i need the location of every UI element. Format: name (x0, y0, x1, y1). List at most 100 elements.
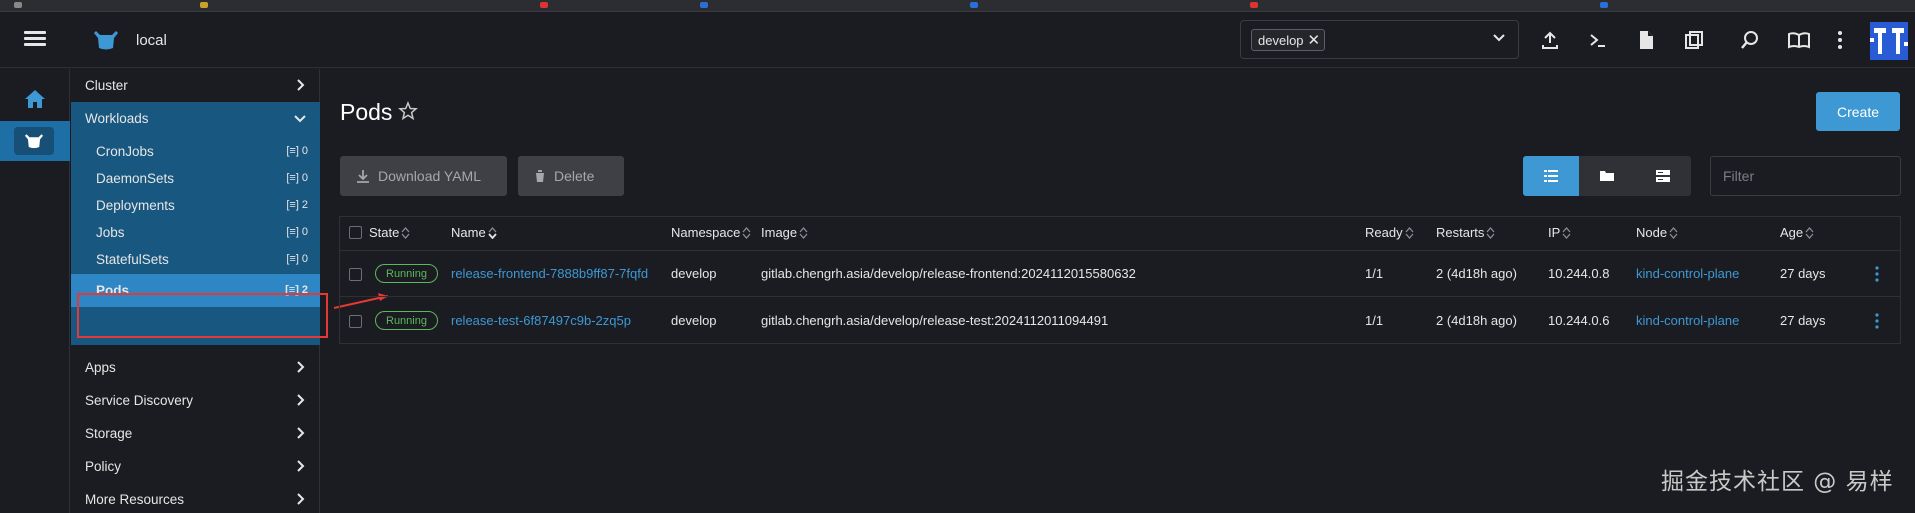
column-header-namespace[interactable]: Namespace (671, 225, 751, 240)
count-value: 0 (301, 226, 308, 238)
count-bracket-icon: [≡] (286, 253, 299, 265)
image-cell: gitlab.chengrh.asia/develop/release-test… (761, 313, 1109, 328)
table-row[interactable]: Running release-test-6f87497c9b-2zq5p de… (340, 298, 1900, 344)
column-header-state[interactable]: State (369, 225, 410, 240)
rancher-cow-logo-icon (94, 31, 118, 50)
select-all-checkbox[interactable] (349, 226, 362, 239)
row-checkbox[interactable] (349, 315, 362, 328)
flat-list-view-button[interactable] (1523, 156, 1579, 196)
status-badge: Running (375, 264, 438, 283)
sort-icon (799, 226, 808, 239)
nav-item-label: CronJobs (96, 144, 154, 159)
resource-count: [≡] 0 (286, 226, 308, 238)
pod-name-link[interactable]: release-test-6f87497c9b-2zq5p (451, 313, 631, 328)
table-row[interactable]: Running release-frontend-7888b9ff87-7fqf… (340, 251, 1900, 297)
cluster-name: local (136, 32, 167, 49)
pods-table: State Name Namespace Image Ready Restart… (339, 216, 1901, 344)
tab-favicon (970, 2, 978, 8)
download-yaml-button[interactable]: Download YAML (340, 156, 507, 196)
column-header-image[interactable]: Image (761, 225, 808, 240)
count-bracket-icon: [≡] (285, 284, 299, 296)
filter-input[interactable] (1710, 156, 1901, 196)
resource-count: [≡] 0 (286, 145, 308, 157)
nav-section-label: Policy (85, 459, 122, 474)
chevron-down-icon[interactable] (1492, 31, 1506, 45)
column-label: Name (451, 225, 486, 240)
nav-pods[interactable]: Pods [≡] 2 (71, 274, 320, 307)
column-header-restarts[interactable]: Restarts (1436, 225, 1495, 240)
table-header: State Name Namespace Image Ready Restart… (340, 217, 1900, 251)
sort-icon (742, 226, 751, 239)
rail-cluster-active (0, 121, 70, 161)
namespace-chip: develop ✕ (1251, 29, 1326, 51)
column-header-name[interactable]: Name (451, 225, 497, 240)
view-mode-toggle (1523, 156, 1691, 196)
nav-more-resources[interactable]: More Resources (71, 483, 320, 513)
remove-chip-icon[interactable]: ✕ (1308, 31, 1321, 49)
home-icon[interactable] (23, 87, 47, 111)
ready-cell: 1/1 (1365, 266, 1384, 281)
pod-name-link[interactable]: release-frontend-7888b9ff87-7fqfd (451, 266, 648, 281)
restarts-cell: 2 (4d18h ago) (1436, 313, 1517, 328)
image-cell: gitlab.chengrh.asia/develop/release-fron… (761, 266, 1136, 281)
column-header-ready[interactable]: Ready (1365, 225, 1414, 240)
resource-count: [≡] 0 (286, 253, 308, 265)
count-bracket-icon: [≡] (286, 226, 299, 238)
main-content: Pods Create Download YAML Delete State N… (321, 69, 1915, 513)
create-button[interactable]: Create (1816, 92, 1900, 131)
more-options-icon[interactable] (1828, 28, 1852, 52)
favorite-star-icon[interactable] (398, 101, 418, 121)
count-value: 0 (301, 145, 308, 157)
nav-section-label: Service Discovery (85, 393, 194, 408)
group-by-node-button[interactable] (1635, 156, 1691, 196)
cluster-cow-icon[interactable] (14, 127, 54, 155)
namespace-chip-label: develop (1258, 32, 1304, 48)
group-by-namespace-button[interactable] (1579, 156, 1635, 196)
user-avatar[interactable] (1870, 22, 1908, 60)
count-bracket-icon: [≡] (286, 199, 299, 211)
nav-policy[interactable]: Policy (71, 450, 320, 483)
import-yaml-icon[interactable] (1538, 28, 1562, 52)
tab-favicon (1250, 2, 1258, 8)
trash-icon (535, 170, 545, 182)
node-link[interactable]: kind-control-plane (1636, 313, 1739, 328)
count-bracket-icon: [≡] (286, 145, 299, 157)
nav-apps[interactable]: Apps (71, 351, 320, 384)
count-value: 2 (301, 199, 308, 211)
docs-book-icon[interactable] (1787, 28, 1811, 52)
column-header-node[interactable]: Node (1636, 225, 1678, 240)
nav-item-label: Deployments (96, 198, 175, 213)
browser-tab-strip (0, 0, 1915, 12)
list-icon (1544, 170, 1558, 182)
kubectl-shell-icon[interactable] (1586, 28, 1610, 52)
row-actions-icon[interactable] (1871, 265, 1883, 283)
chevron-right-icon (297, 79, 305, 91)
top-header: local develop ✕ (0, 12, 1915, 68)
column-label: Node (1636, 225, 1668, 240)
folder-icon (1600, 171, 1614, 181)
column-header-ip[interactable]: IP (1548, 225, 1571, 240)
nav-statefulsets[interactable]: StatefulSets [≡] 0 (71, 243, 320, 276)
age-cell: 27 days (1780, 313, 1826, 328)
ready-cell: 1/1 (1365, 313, 1384, 328)
nav-service-discovery[interactable]: Service Discovery (71, 384, 320, 417)
sort-icon (1805, 226, 1814, 239)
copy-kubeconfig-icon[interactable] (1682, 28, 1706, 52)
download-icon (357, 170, 369, 183)
row-actions-icon[interactable] (1871, 312, 1883, 330)
tab-favicon (200, 2, 208, 8)
chevron-right-icon (297, 493, 305, 505)
nav-workloads[interactable]: Workloads (71, 102, 320, 135)
namespace-filter-select[interactable]: develop ✕ (1240, 20, 1519, 59)
download-kubeconfig-icon[interactable] (1634, 28, 1658, 52)
nav-storage[interactable]: Storage (71, 417, 320, 450)
chevron-right-icon (297, 427, 305, 439)
column-header-age[interactable]: Age (1780, 225, 1814, 240)
hamburger-menu-icon[interactable] (22, 28, 48, 50)
search-icon[interactable] (1738, 28, 1762, 52)
delete-button[interactable]: Delete (518, 156, 624, 196)
nav-cluster[interactable]: Cluster (71, 69, 320, 102)
sort-icon (1405, 226, 1414, 239)
row-checkbox[interactable] (349, 268, 362, 281)
node-link[interactable]: kind-control-plane (1636, 266, 1739, 281)
